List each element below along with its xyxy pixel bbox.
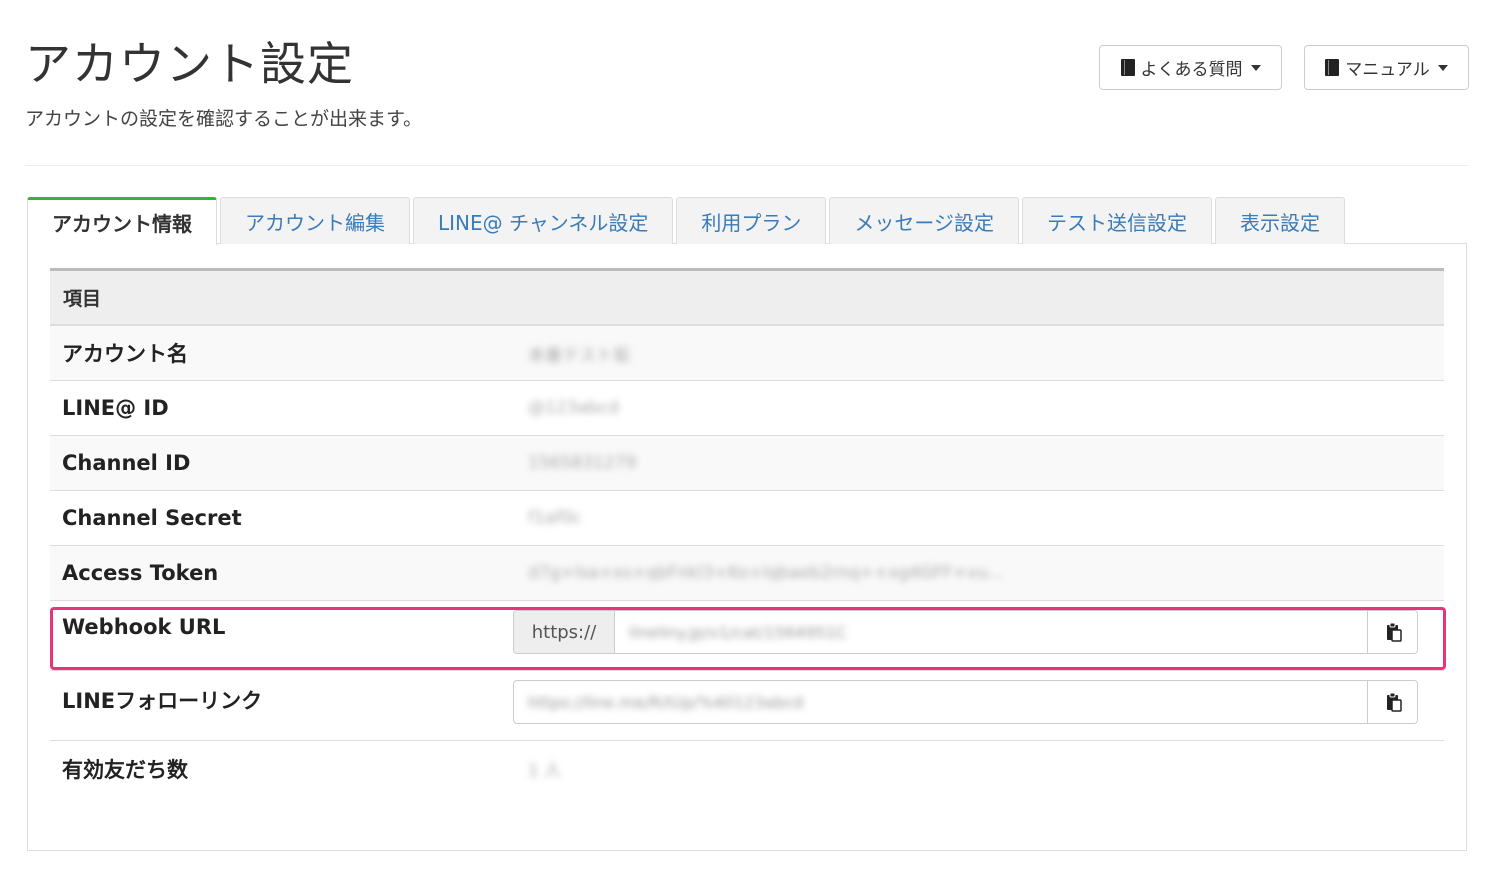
row-label: アカウント名	[62, 342, 188, 366]
table-row-friend-count: 有効友だち数 1 人	[50, 741, 1444, 796]
clipboard-icon	[1386, 622, 1402, 642]
tab-account-info[interactable]: アカウント情報	[27, 197, 217, 245]
follow-link-field[interactable]: https://line.me/R/ti/p/%40123abcd	[514, 681, 1367, 723]
table-row-channel-secret: Channel Secret f1af0c	[50, 491, 1444, 546]
header-divider	[25, 165, 1469, 166]
follow-link-value: https://line.me/R/ti/p/%40123abcd	[528, 692, 804, 712]
caret-down-icon	[1437, 64, 1448, 71]
row-label: 有効友だち数	[62, 757, 188, 782]
book-icon	[1120, 59, 1135, 76]
table-row-line-id: LINE@ ID @123abcd	[50, 381, 1444, 436]
row-label: Access Token	[62, 561, 219, 585]
row-label: Webhook URL	[62, 615, 226, 639]
row-value: f1af0c	[528, 508, 582, 528]
table-header: 項目	[50, 268, 1444, 326]
settings-tabs: アカウント情報 アカウント編集 LINE@ チャンネル設定 利用プラン メッセー…	[27, 197, 1348, 245]
table-row-account-name: アカウント名 本番テスト垢	[50, 326, 1444, 381]
faq-button-label: よくある質問	[1140, 60, 1243, 80]
page-subtitle: アカウントの設定を確認することが出来ます。	[25, 108, 423, 130]
webhook-url-prefix: https://	[514, 611, 615, 653]
row-label: Channel Secret	[62, 506, 242, 530]
follow-link-copy-button[interactable]	[1367, 681, 1417, 723]
webhook-url-value: lineliny.jp/v1/cat/1564951C	[629, 622, 847, 642]
manual-dropdown-button[interactable]: マニュアル	[1304, 45, 1469, 90]
tab-message-settings[interactable]: メッセージ設定	[829, 197, 1020, 244]
row-value: d7g+lsa+xs+qbFnkl3+Ko+lqbaeb2rnq++xg4GFF…	[528, 563, 1004, 583]
row-value: @123abcd	[528, 398, 619, 418]
table-row-access-token: Access Token d7g+lsa+xs+qbFnkl3+Ko+lqbae…	[50, 546, 1444, 601]
webhook-copy-button[interactable]	[1367, 611, 1417, 653]
tab-display-settings[interactable]: 表示設定	[1215, 197, 1346, 244]
row-label: LINE@ ID	[62, 396, 169, 420]
table-row-webhook-url: Webhook URL https:// lineliny.jp/v1/cat/…	[50, 601, 1444, 671]
table-row-channel-id: Channel ID 1565831279	[50, 436, 1444, 491]
caret-down-icon	[1250, 64, 1261, 71]
table-row-follow-link: LINEフォローリンク https://line.me/R/ti/p/%4012…	[50, 671, 1444, 741]
tab-plan[interactable]: 利用プラン	[676, 197, 827, 244]
tab-account-edit[interactable]: アカウント編集	[220, 197, 410, 244]
row-value: 1565831279	[528, 453, 637, 473]
row-value: 1 人	[528, 761, 562, 781]
page-title: アカウント設定	[25, 37, 354, 91]
webhook-url-input-group: https:// lineliny.jp/v1/cat/1564951C	[513, 610, 1418, 654]
faq-dropdown-button[interactable]: よくある質問	[1099, 45, 1282, 90]
row-label: LINEフォローリンク	[62, 689, 263, 713]
book-icon	[1325, 59, 1340, 76]
account-info-table: 項目 アカウント名 本番テスト垢 LINE@ ID @123abcd Chann…	[50, 268, 1444, 796]
clipboard-icon	[1386, 692, 1402, 712]
tab-line-channel-settings[interactable]: LINE@ チャンネル設定	[413, 197, 674, 244]
row-value: 本番テスト垢	[528, 345, 630, 366]
webhook-url-field[interactable]: lineliny.jp/v1/cat/1564951C	[615, 611, 1367, 653]
follow-link-input-group: https://line.me/R/ti/p/%40123abcd	[513, 680, 1418, 724]
tab-test-send-settings[interactable]: テスト送信設定	[1022, 197, 1213, 244]
row-label: Channel ID	[62, 451, 191, 475]
manual-button-label: マニュアル	[1345, 60, 1430, 80]
